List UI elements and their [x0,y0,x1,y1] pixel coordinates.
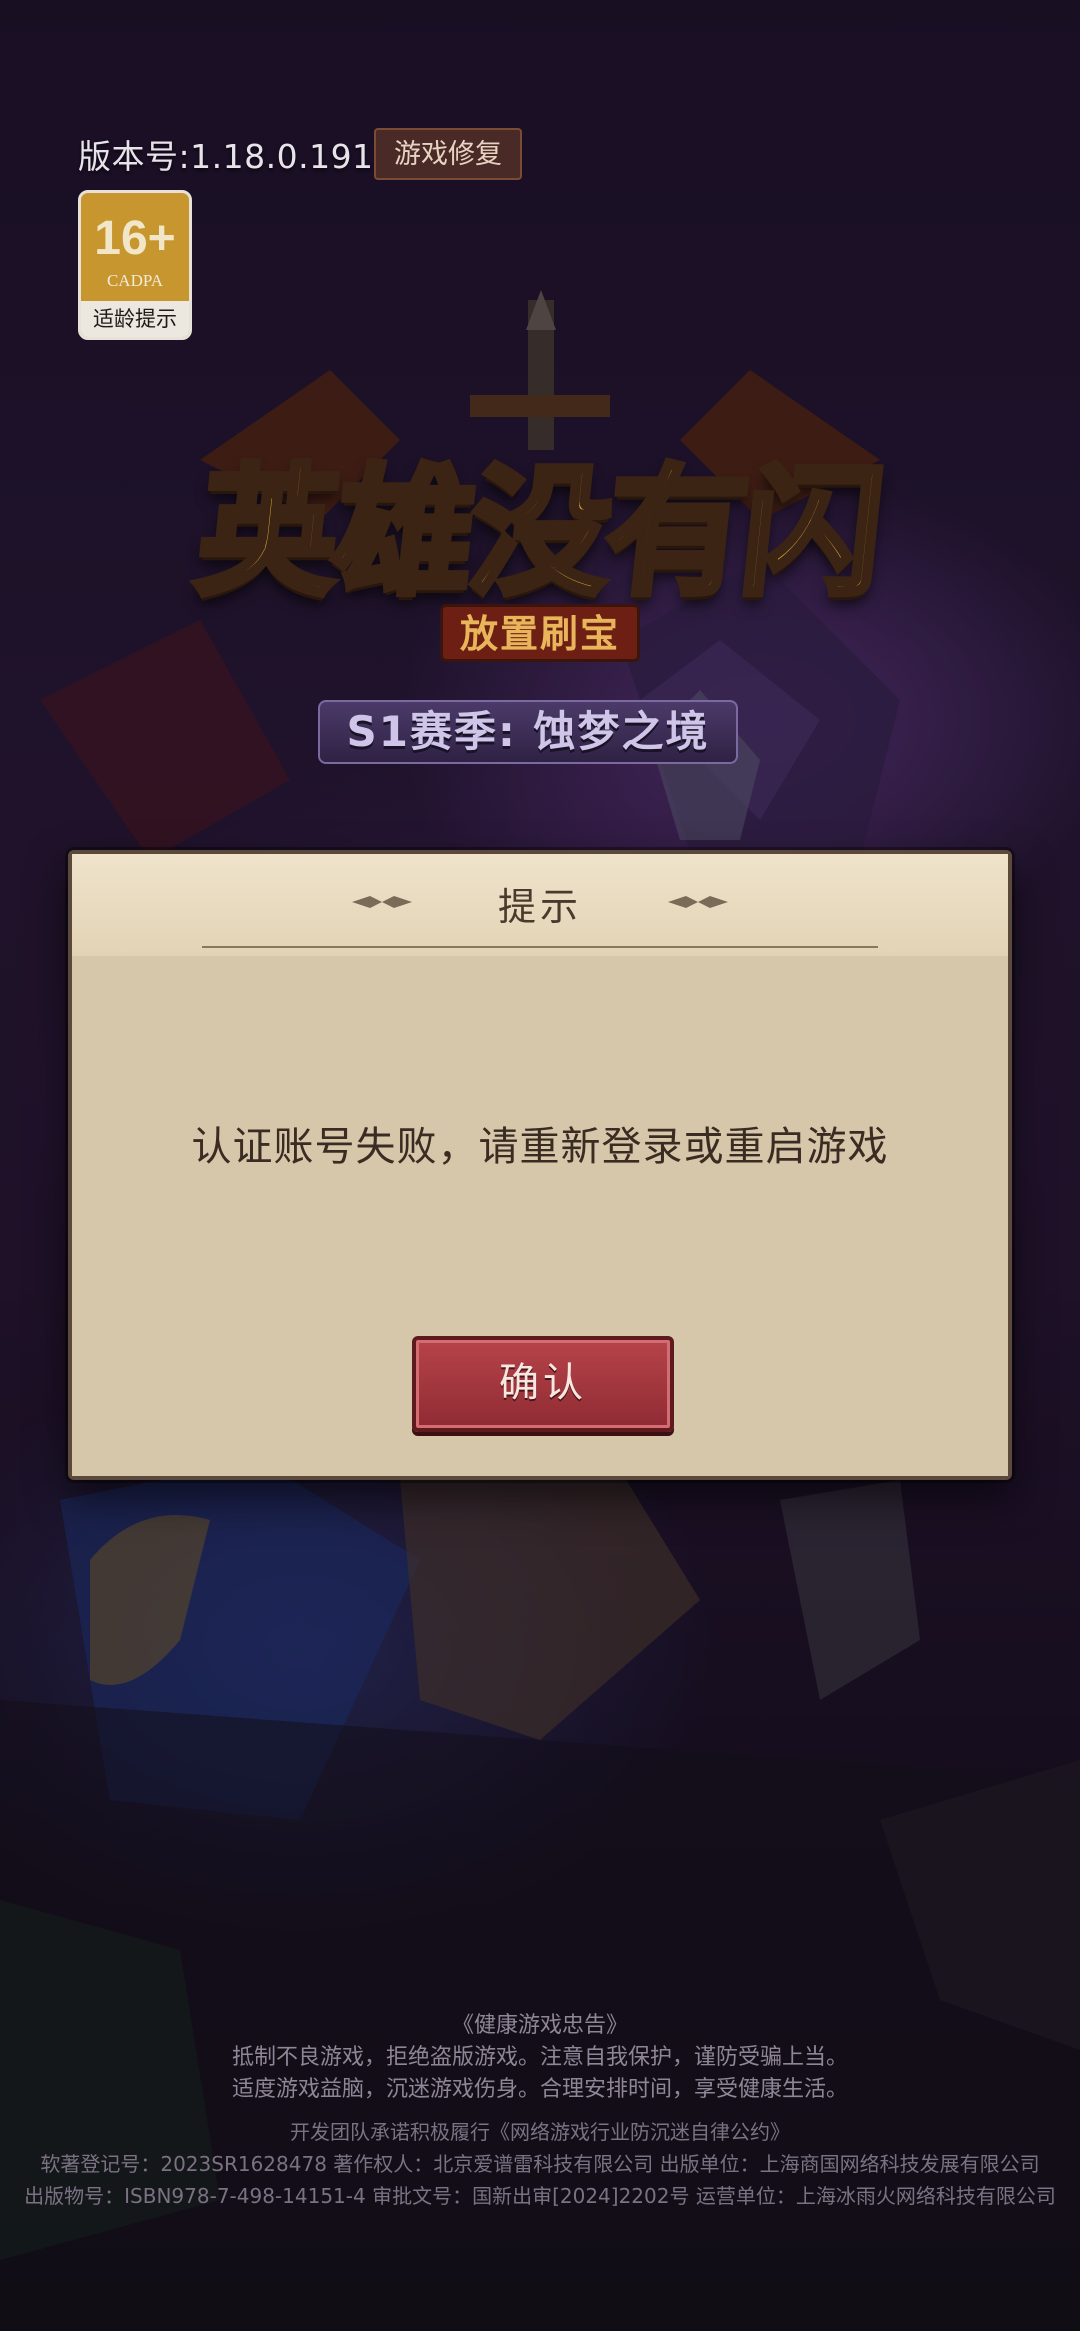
age-rating-org: CADPA [106,271,164,290]
age-rating-badge[interactable]: 16+ CADPA 适龄提示 [78,190,192,340]
version-label: 版本号:1.18.0.191 [78,137,374,176]
alert-dialog: 提示 认证账号失败，请重新登录或重启游戏 确认 [68,850,1012,1480]
health-notice-title: 《健康游戏忠告》 [451,2013,628,2038]
season-banner: S1赛季: 蚀梦之境 [318,700,738,764]
dialog-title: 提示 [497,885,582,929]
copyright-info: 软著登记号：2023SR1628478 著作权人：北京爱谱雷科技有限公司 出版单… [40,2152,1040,2176]
age-rating-number: 16+ [94,212,176,265]
ornament-right-icon [668,896,728,908]
footer-notice: 《健康游戏忠告》 抵制不良游戏，拒绝盗版游戏。注意自我保护，谨防受骗上当。 适度… [0,2010,1080,2212]
publication-info: 出版物号：ISBN978-7-498-14151-4 审批文号：国新出审[202… [24,2184,1056,2208]
anti-addiction-pledge: 开发团队承诺积极履行《网络游戏行业防沉迷自律公约》 [290,2120,790,2144]
game-logo-title: 英雄没有闪 [187,449,890,618]
confirm-button[interactable]: 确认 [412,1336,674,1432]
health-notice-line-1: 抵制不良游戏，拒绝盗版游戏。注意自我保护，谨防受骗上当。 [231,2045,848,2070]
game-logo-subtitle: 放置刷宝 [440,604,640,662]
dialog-message: 认证账号失败，请重新登录或重启游戏 [191,1124,889,1170]
game-repair-button[interactable]: 游戏修复 [374,128,522,180]
age-rating-tip: 适龄提示 [81,301,189,337]
health-notice-line-2: 适度游戏益脑，沉迷游戏伤身。合理安排时间，享受健康生活。 [231,2077,848,2102]
dialog-header: 提示 [72,854,1008,958]
dialog-header-divider [202,946,878,948]
